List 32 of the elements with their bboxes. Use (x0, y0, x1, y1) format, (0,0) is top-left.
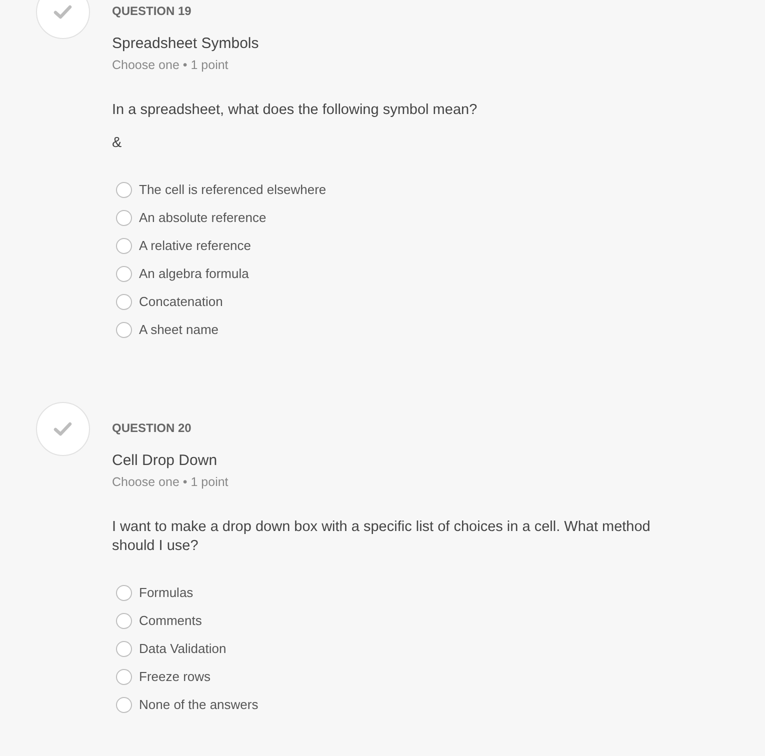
option-label[interactable]: Data Validation (139, 640, 226, 658)
radio-button[interactable] (116, 266, 132, 282)
question-number: QUESTION 20 (112, 420, 192, 436)
option-label[interactable]: Concatenation (139, 293, 223, 311)
option-label[interactable]: Freeze rows (139, 668, 211, 686)
radio-button[interactable] (116, 641, 132, 657)
radio-button[interactable] (116, 613, 132, 629)
option-label[interactable]: A sheet name (139, 321, 218, 339)
question-prompt: In a spreadsheet, what does the following symbol mean? (112, 101, 478, 120)
question-title: Cell Drop Down (112, 451, 218, 471)
question-prompt: & (112, 134, 123, 153)
option-label[interactable]: The cell is referenced elsewhere (139, 181, 326, 199)
question-title: Spreadsheet Symbols (112, 34, 259, 54)
radio-button[interactable] (116, 322, 132, 338)
radio-button[interactable] (116, 585, 132, 601)
radio-button[interactable] (116, 210, 132, 226)
radio-button[interactable] (116, 294, 132, 310)
question-meta: Choose one • 1 point (112, 474, 228, 490)
option-label[interactable]: Formulas (139, 584, 194, 602)
radio-button[interactable] (116, 238, 132, 254)
option-label[interactable]: An absolute reference (139, 209, 266, 227)
option-label[interactable]: Comments (139, 612, 202, 630)
question-prompt: I want to make a drop down box with a specific list of choices in a cell. What method should I use? (112, 518, 652, 556)
radio-button[interactable] (116, 182, 132, 198)
option-label[interactable]: A relative reference (139, 237, 252, 255)
check-circle-icon (36, 402, 90, 456)
radio-button[interactable] (116, 697, 132, 713)
option-label[interactable]: None of the answers (139, 696, 258, 714)
question-meta: Choose one • 1 point (112, 57, 228, 73)
question-number: QUESTION 19 (112, 3, 192, 19)
option-label[interactable]: An algebra formula (139, 265, 249, 283)
radio-button[interactable] (116, 669, 132, 685)
